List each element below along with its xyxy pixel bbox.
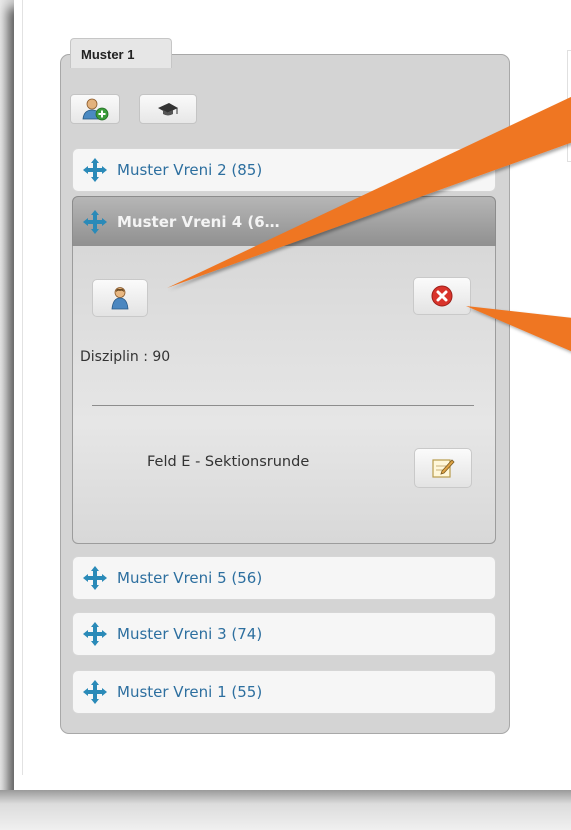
- list-item-label: Muster Vreni 2 (85): [117, 161, 263, 179]
- divider: [92, 405, 474, 406]
- add-member-button[interactable]: [70, 94, 120, 124]
- disziplin-text: Disziplin : 90: [80, 349, 171, 365]
- callout-box-edge: [567, 50, 571, 162]
- page-border-line: [22, 0, 23, 775]
- edit-button[interactable]: [414, 448, 472, 488]
- profile-button[interactable]: [92, 279, 148, 317]
- list-item-label: Muster Vreni 3 (74): [117, 625, 263, 643]
- user-add-icon: [82, 98, 109, 121]
- move-icon[interactable]: [83, 158, 107, 182]
- list-item-muster-vreni-1[interactable]: Muster Vreni 1 (55): [72, 670, 496, 714]
- delete-button[interactable]: [413, 277, 471, 315]
- list-item-muster-vreni-5[interactable]: Muster Vreni 5 (56): [72, 556, 496, 600]
- move-icon[interactable]: [83, 622, 107, 646]
- list-item-label: Muster Vreni 1 (55): [117, 683, 263, 701]
- user-profile-icon: [111, 287, 129, 310]
- bottom-shadow: [0, 790, 571, 830]
- tab-muster-1[interactable]: Muster 1: [70, 38, 172, 68]
- move-icon[interactable]: [83, 680, 107, 704]
- list-item-muster-vreni-3[interactable]: Muster Vreni 3 (74): [72, 612, 496, 656]
- list-item-label: Muster Vreni 4 (6…: [117, 213, 280, 231]
- delete-circle-icon: [431, 285, 453, 307]
- list-item-muster-vreni-2[interactable]: Muster Vreni 2 (85): [72, 148, 496, 192]
- list-item-muster-vreni-4[interactable]: Muster Vreni 4 (6…: [72, 196, 496, 248]
- list-item-label: Muster Vreni 5 (56): [117, 569, 263, 587]
- move-icon[interactable]: [83, 566, 107, 590]
- window-left-edge: [0, 0, 14, 810]
- graduation-cap-icon: [158, 103, 178, 116]
- discipline-button[interactable]: [139, 94, 197, 124]
- move-icon[interactable]: [83, 210, 107, 234]
- edit-note-icon: [432, 459, 455, 478]
- feld-text: Feld E - Sektionsrunde: [147, 454, 310, 470]
